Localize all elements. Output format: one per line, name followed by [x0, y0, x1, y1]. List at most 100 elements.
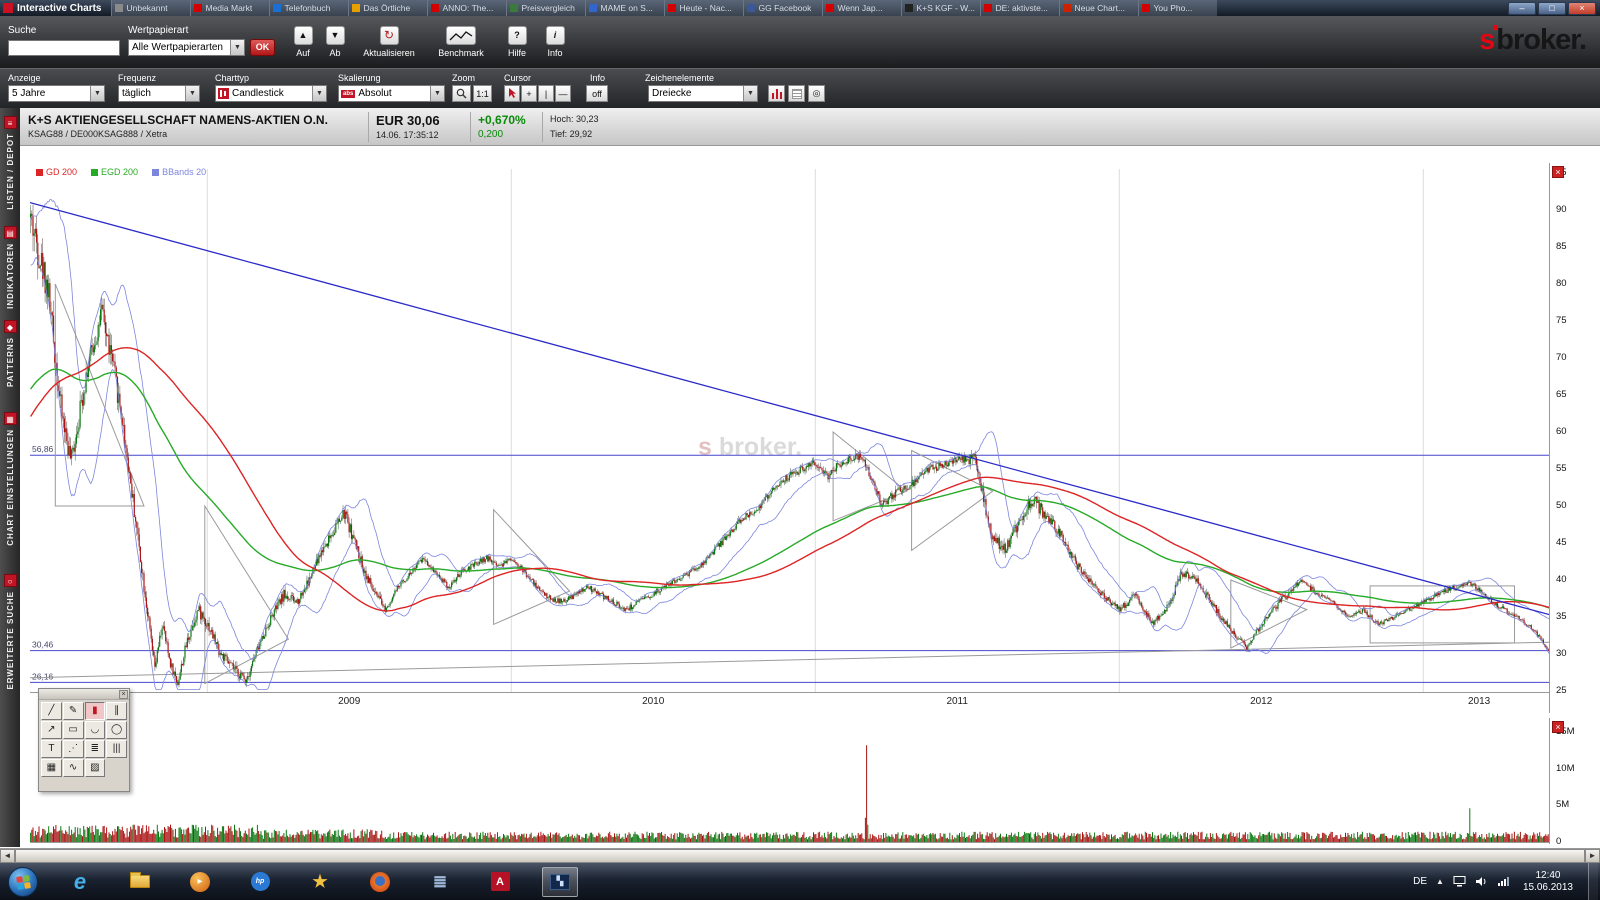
browser-tab[interactable]: DE: aktivste...	[980, 0, 1060, 16]
explorer-folder-icon-slot[interactable]	[122, 867, 158, 897]
show-desktop-button[interactable]	[1588, 863, 1598, 900]
close-chart-button[interactable]: ×	[1552, 166, 1564, 178]
pencil-tool[interactable]: ✎	[62, 702, 84, 720]
legend-item[interactable]: BBands 20	[152, 167, 206, 177]
browser-tab[interactable]: GG Facebook	[743, 0, 823, 16]
benchmark-label: Benchmark	[438, 48, 484, 58]
internet-explorer-icon-slot[interactable]: e	[62, 867, 98, 897]
browser-tab[interactable]: ANNO: The...	[427, 0, 507, 16]
security-type-select[interactable]: Alle Wertpapierarten ▼	[128, 39, 245, 56]
tab-title: Heute - Nac...	[679, 3, 732, 13]
palette-title-bar[interactable]: ×	[39, 689, 129, 700]
parallel-lines-tool[interactable]: ∥	[106, 702, 127, 720]
arc-tool[interactable]: ◡	[84, 721, 106, 739]
price-axis-tick: 60	[1556, 426, 1567, 437]
adobe-reader-icon-slot[interactable]: A	[482, 867, 518, 897]
drawing-elements-select[interactable]: Dreiecke ▼	[648, 85, 758, 102]
filled-rect-tool[interactable]: ▮	[84, 702, 106, 720]
fibonacci-tool[interactable]: ≣	[84, 740, 106, 758]
cursor-vertical-line-button[interactable]: |	[538, 85, 554, 102]
close-volume-button[interactable]: ×	[1552, 721, 1564, 733]
legend-item[interactable]: EGD 200	[91, 167, 138, 177]
sidebar-item-erweiterte-suche[interactable]: ○ ERWEITERTE SUCHE	[0, 574, 20, 690]
volume-chart[interactable]	[30, 718, 1550, 844]
cursor-pointer-button[interactable]	[504, 85, 520, 102]
cursor-crosshair-button[interactable]: +	[521, 85, 537, 102]
browser-tab[interactable]: Das Örtliche	[348, 0, 428, 16]
grid-tool[interactable]: ▦	[41, 759, 62, 777]
legend-item[interactable]: GD 200	[36, 167, 77, 177]
browser-tab[interactable]: Telefonbuch	[269, 0, 349, 16]
price-chart[interactable]: s broker. 56,86 30,46 26,16 2009 2010 2011 2012…	[30, 163, 1550, 713]
close-button[interactable]: ×	[1568, 1, 1596, 15]
arrow-tool[interactable]: ↗	[41, 721, 62, 739]
browser-tab[interactable]: Heute - Nac...	[664, 0, 744, 16]
browser-tab[interactable]: Neue Chart...	[1059, 0, 1139, 16]
chart-horizontal-scrollbar[interactable]: ◄ ►	[0, 848, 1600, 863]
trend-channel-tool[interactable]: ⋰	[62, 740, 84, 758]
browser-tab[interactable]: K+S KGF - W...	[901, 0, 981, 16]
refresh-button[interactable]: ↻ Aktualisieren	[356, 26, 422, 58]
chart-app-icon-slot[interactable]: ▚	[542, 866, 578, 897]
info-toggle-button[interactable]: off	[586, 85, 608, 102]
chart-type-select[interactable]: Candlestick ▼	[215, 85, 327, 102]
frequency-select[interactable]: täglich ▼	[118, 85, 200, 102]
tab-favicon-icon	[352, 4, 361, 12]
zoom-reset-button[interactable]: 1:1	[473, 85, 492, 102]
browser-tab[interactable]: You Pho...	[1138, 0, 1218, 16]
scroll-up-button[interactable]: ▲ Auf	[288, 26, 318, 58]
ok-button[interactable]: OK	[250, 39, 275, 56]
sidebar-item-patterns[interactable]: ◆ PATTERNS	[0, 320, 20, 387]
background-browser-tabs: Unbekannt Media Markt Telefonbuch Das Örtli…	[111, 0, 1504, 16]
minimize-button[interactable]: –	[1508, 1, 1536, 15]
ellipse-tool[interactable]: ◯	[106, 721, 127, 739]
sidebar-item-listen-depot[interactable]: ≡ LISTEN / DEPOT	[0, 116, 20, 210]
utility-icon-slot[interactable]: ≣	[422, 867, 458, 897]
media-player-icon-slot[interactable]: ▸	[182, 867, 218, 897]
palette-close-button[interactable]: ×	[119, 690, 128, 699]
firefox-icon-slot[interactable]	[362, 867, 398, 897]
scaling-value: Absolut	[358, 88, 392, 99]
hp-icon-slot[interactable]: hp	[242, 867, 278, 897]
scroll-left-button[interactable]: ◄	[0, 849, 15, 863]
bookmark-star-icon-slot[interactable]: ★	[302, 867, 338, 897]
cursor-horizontal-line-button[interactable]: —	[555, 85, 571, 102]
freehand-tool[interactable]: ∿	[62, 759, 84, 777]
text-tool[interactable]: T	[41, 740, 62, 758]
window-title: Interactive Charts	[17, 2, 102, 14]
maximize-button[interactable]: □	[1538, 1, 1566, 15]
indicator-columns-button[interactable]	[768, 85, 785, 102]
display-range-select[interactable]: 5 Jahre ▼	[8, 85, 105, 102]
scaling-select[interactable]: abs Absolut ▼	[338, 85, 445, 102]
browser-tab[interactable]: Preisvergleich	[506, 0, 586, 16]
eraser-tool[interactable]: ▨	[84, 759, 106, 777]
speaker-icon[interactable]	[1475, 876, 1488, 887]
sidebar-item-indikatoren[interactable]: ▤ INDIKATOREN	[0, 226, 20, 309]
rectangle-tool[interactable]: ▭	[62, 721, 84, 739]
browser-tab[interactable]: Media Markt	[190, 0, 270, 16]
tab-favicon-icon	[273, 4, 282, 12]
help-button[interactable]: ? Hilfe	[500, 26, 534, 58]
news-button[interactable]	[788, 85, 805, 102]
scroll-down-button[interactable]: ▼ Ab	[320, 26, 350, 58]
settings-button[interactable]: ◎	[808, 85, 825, 102]
tab-title: MAME on S...	[600, 3, 653, 13]
scrollbar-thumb[interactable]	[15, 849, 1585, 863]
hidden-icons-chevron-icon[interactable]: ▲	[1436, 877, 1444, 886]
scroll-right-button[interactable]: ►	[1585, 849, 1600, 863]
search-input[interactable]	[8, 40, 120, 56]
benchmark-button[interactable]: Benchmark	[430, 26, 492, 58]
line-tool[interactable]: ╱	[41, 702, 62, 720]
sidebar-item-chart-einstellungen[interactable]: ▦ CHART EINSTELLUNGEN	[0, 412, 20, 546]
browser-tab[interactable]: MAME on S...	[585, 0, 665, 16]
info-button[interactable]: i Info	[540, 26, 570, 58]
display-icon[interactable]	[1453, 876, 1466, 887]
vertical-lines-tool[interactable]: |||	[106, 740, 127, 758]
browser-tab[interactable]: Unbekannt	[111, 0, 191, 16]
zoom-button[interactable]	[452, 85, 471, 102]
clock[interactable]: 12:40 15.06.2013	[1523, 870, 1573, 894]
start-button[interactable]	[8, 866, 38, 897]
keyboard-language-indicator[interactable]: DE	[1413, 876, 1427, 887]
browser-tab[interactable]: Wenn Jap...	[822, 0, 902, 16]
network-icon[interactable]	[1497, 876, 1510, 887]
